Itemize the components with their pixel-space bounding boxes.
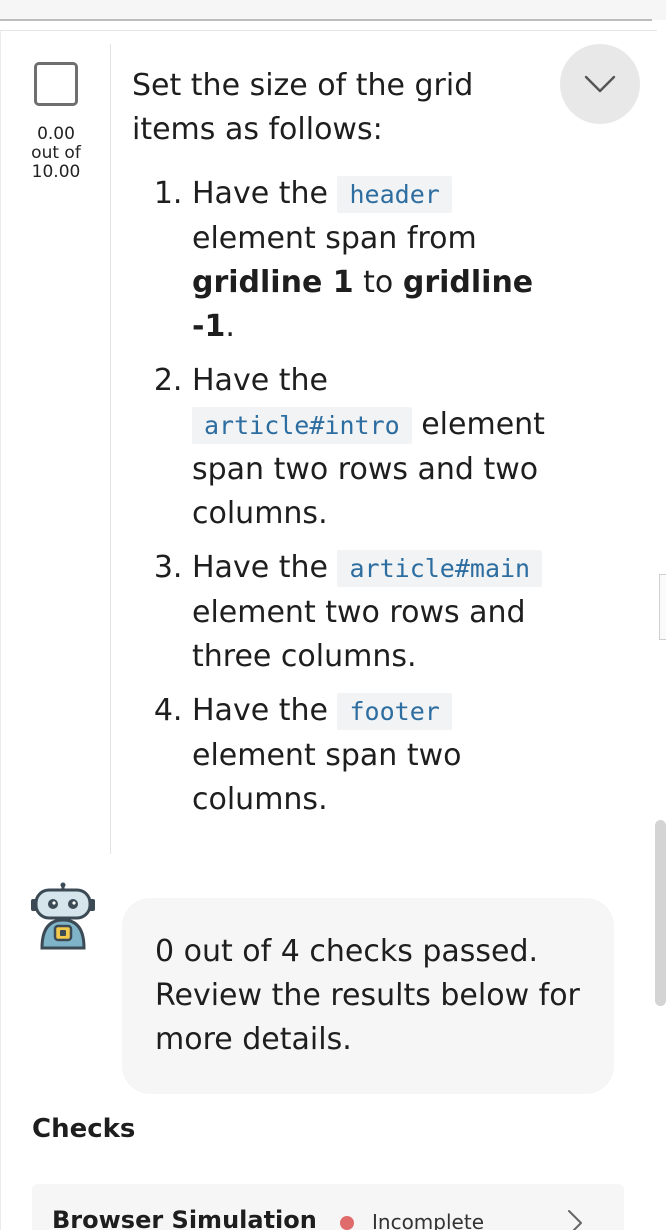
score-value: 0.00 — [37, 124, 75, 144]
check-item-browser-simulation[interactable]: Browser Simulation Incomplete — [32, 1184, 624, 1230]
top-divider — [0, 19, 652, 21]
chevron-right-icon — [568, 1210, 582, 1230]
check-status: Incomplete — [372, 1210, 484, 1230]
side-panel-handle[interactable] — [659, 574, 666, 640]
lab-assessment-page: 0.00 out of 10.00 Set the size of the gr… — [0, 0, 666, 1230]
instructions-intro: Set the size of the grid items as follow… — [132, 68, 474, 147]
checks-heading: Checks — [32, 1114, 136, 1144]
score-out-of-label: out of — [31, 143, 81, 163]
code-snippet: footer — [337, 693, 452, 730]
instruction-step: Have the footer element span two columns… — [192, 689, 552, 822]
top-bar — [0, 0, 666, 20]
feedback-message: 0 out of 4 checks passed. Review the res… — [155, 934, 580, 1057]
instructions-steps: Have the header element span from gridli… — [132, 172, 552, 822]
code-snippet: header — [337, 176, 452, 213]
feedback-message-bubble: 0 out of 4 checks passed. Review the res… — [122, 898, 614, 1094]
scrollbar-thumb[interactable] — [655, 820, 666, 1006]
robot-avatar-icon — [31, 882, 95, 950]
code-snippet: article#main — [337, 550, 543, 587]
chevron-down-icon — [584, 75, 616, 93]
instruction-step: Have the article#intro element span two … — [192, 359, 552, 536]
check-title: Browser Simulation — [52, 1206, 317, 1230]
score-max: 10.00 — [31, 162, 81, 182]
instruction-step: Have the header element span from gridli… — [192, 172, 552, 349]
task-instructions: Set the size of the grid items as follow… — [132, 64, 552, 832]
vertical-divider — [110, 44, 111, 854]
task-complete-checkbox[interactable] — [34, 62, 78, 106]
collapse-task-button[interactable] — [560, 44, 640, 124]
instruction-step: Have the article#main element two rows a… — [192, 546, 552, 679]
code-snippet: article#intro — [192, 407, 412, 444]
status-dot — [340, 1216, 354, 1230]
task-score: 0.00 out of 10.00 — [16, 124, 96, 182]
